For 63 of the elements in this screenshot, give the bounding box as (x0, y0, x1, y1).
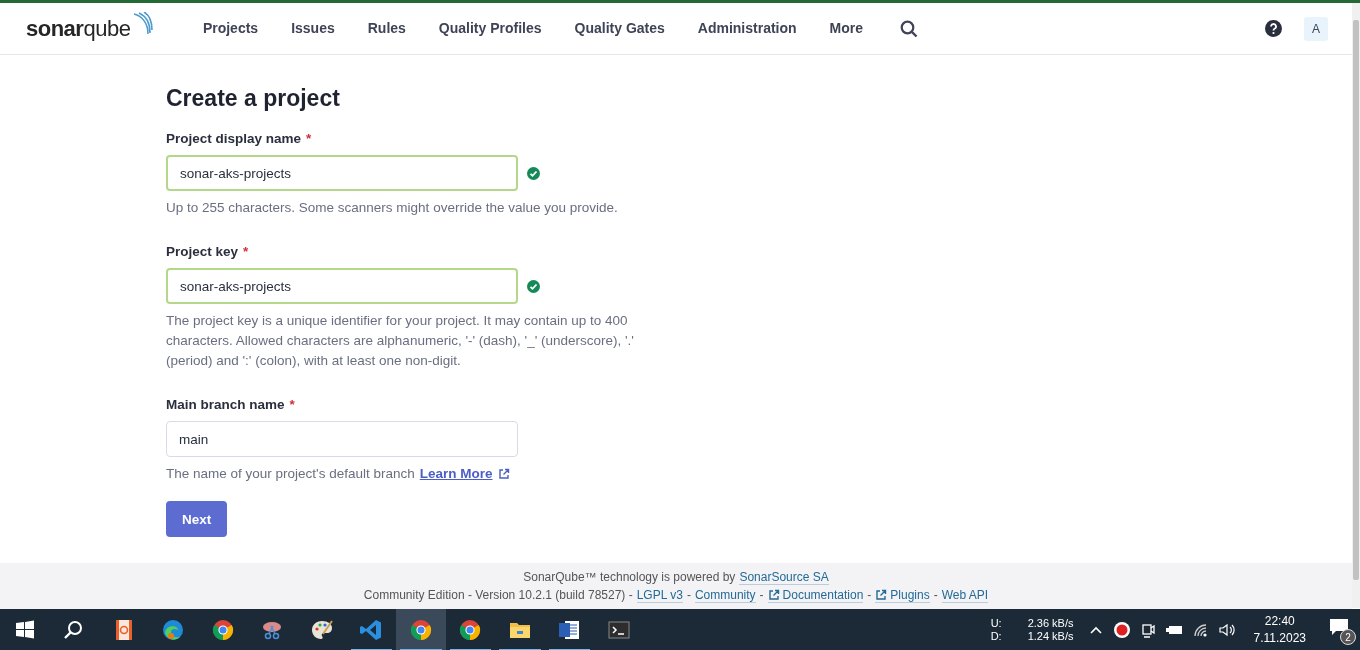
wifi-icon[interactable] (1192, 623, 1209, 637)
browser-icon (458, 618, 483, 642)
footer-link[interactable]: Web API (941, 587, 989, 603)
browser-icon (161, 618, 186, 642)
network-label: U: (990, 617, 1002, 630)
footer-text: Community Edition - Version 10.2.1 (build 78527) - (363, 588, 633, 602)
palette-icon (309, 618, 334, 642)
word-document-icon (557, 618, 582, 642)
footer-text: SonarQube™ technology is powered by (523, 570, 736, 584)
nav-tab[interactable]: Projects (186, 8, 275, 49)
required-mark: * (306, 131, 312, 146)
field-hint: The project key is a unique identifier for your project. It may contain up to 400 characters. Allowed characters are alphanumeric, '-' (dash), '_' (underscore), '.' (period) and ':' (colon), with at least one non-digit. (166, 312, 635, 370)
footer-text: - (933, 588, 938, 602)
speaker-icon[interactable] (1218, 623, 1237, 637)
nav-tab[interactable]: Administration (681, 8, 814, 49)
external-link-icon (497, 468, 510, 480)
required-mark: * (289, 397, 295, 412)
external-link-icon (767, 588, 780, 601)
clock-time[interactable]: 22:40 (1264, 613, 1295, 630)
code-editor-icon (359, 618, 384, 642)
external-link-icon (875, 588, 888, 601)
logo[interactable]: sonarqube (26, 15, 131, 42)
next-button[interactable]: Next (166, 501, 228, 537)
record-icon[interactable] (1112, 621, 1131, 639)
camera-icon[interactable] (1140, 622, 1155, 638)
battery-icon[interactable] (1164, 624, 1183, 636)
field-label: Project key (166, 244, 239, 259)
footer-text: - (759, 588, 764, 602)
field-hint: The name of your project's default branch (166, 465, 415, 483)
clock-date[interactable]: 7.11.2023 (1253, 630, 1306, 647)
scrollbar-thumb[interactable] (1353, 20, 1359, 580)
browser-icon (408, 618, 433, 642)
browser-icon (210, 618, 235, 642)
field-label: Main branch name (166, 397, 285, 412)
footer-link[interactable]: Plugins (875, 587, 930, 603)
footer-text: - (867, 588, 872, 602)
field-hint: Up to 255 characters. Some scanners might override the value you provide. (166, 199, 619, 217)
nav-tab[interactable]: Rules (351, 8, 423, 49)
nav-tab[interactable]: Quality Profiles (422, 8, 559, 49)
help-icon[interactable] (1265, 20, 1282, 37)
footer-link[interactable]: LGPL v3 (636, 587, 683, 603)
footer-link[interactable]: SonarSource SA (739, 569, 829, 585)
network-label: D: (990, 630, 1002, 643)
learn-more-link[interactable]: Learn More (419, 464, 493, 484)
input-field[interactable]: sonar-aks-projects (166, 155, 518, 191)
network-rate: 2.36 kB/s (1027, 617, 1074, 630)
waves-icon (132, 12, 155, 36)
nav-tab[interactable]: More (813, 8, 880, 49)
page-title: Create a project (166, 85, 341, 112)
footer-link[interactable]: Community (694, 587, 756, 603)
avatar[interactable]: A (1304, 16, 1328, 41)
notification-count: 2 (1340, 629, 1356, 645)
nav-tab[interactable]: Issues (274, 8, 352, 49)
search-icon[interactable] (899, 19, 918, 38)
terminal-icon (606, 618, 631, 642)
required-mark: * (243, 244, 249, 259)
nav-tab[interactable]: Quality Gates (558, 8, 682, 49)
input-field[interactable]: main (166, 421, 518, 457)
network-rate: 1.24 kB/s (1027, 630, 1074, 643)
field-label: Project display name (166, 131, 302, 146)
input-field[interactable]: sonar-aks-projects (166, 268, 518, 304)
footer-link[interactable]: Documentation (767, 587, 864, 603)
footer-text: - (686, 588, 691, 602)
